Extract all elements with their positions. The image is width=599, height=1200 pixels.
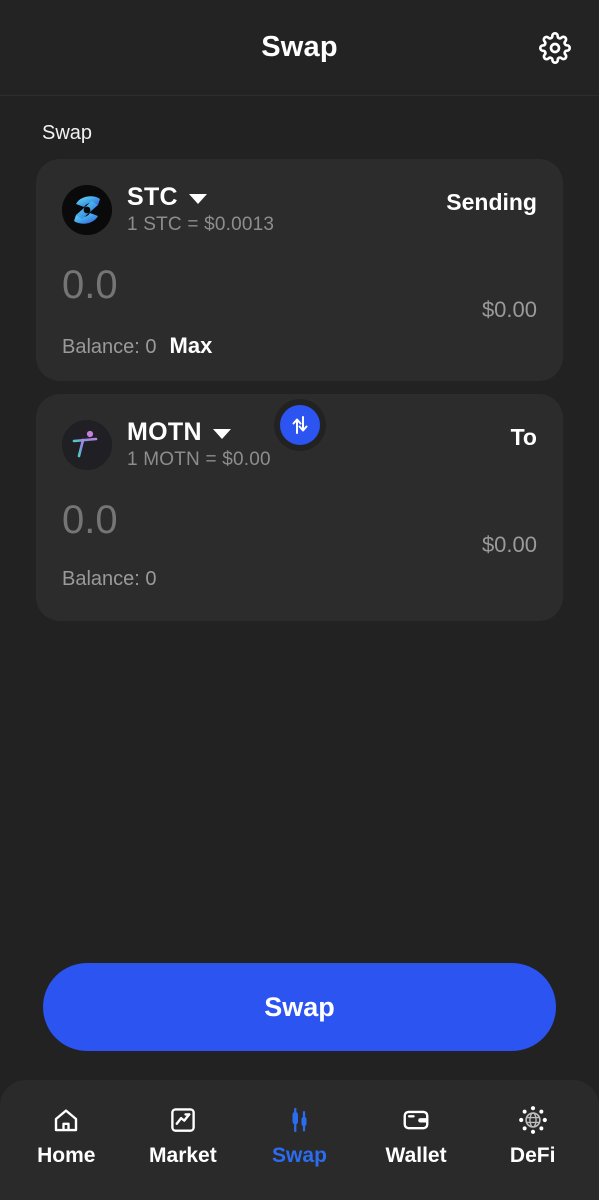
to-amount-row: $0.00	[62, 498, 537, 557]
swap-submit-button[interactable]: Swap	[43, 963, 556, 1051]
motn-token-icon	[62, 420, 112, 470]
from-side-label: Sending	[446, 189, 537, 215]
stc-logo-glyph	[62, 185, 112, 235]
nav-label-wallet: Wallet	[385, 1143, 447, 1167]
nav-label-home: Home	[37, 1143, 96, 1167]
from-fiat-value: $0.00	[481, 297, 537, 322]
from-amount-input[interactable]	[62, 263, 322, 308]
globe-network-icon	[517, 1103, 549, 1137]
to-token-meta: MOTN 1 MOTN = $0.00	[127, 418, 271, 471]
nav-label-swap: Swap	[272, 1143, 327, 1167]
to-amount-input[interactable]	[62, 498, 322, 543]
page-title: Swap	[261, 31, 338, 63]
from-token-symbol: STC	[127, 183, 178, 211]
to-token-rate: 1 MOTN = $0.00	[127, 449, 271, 470]
nav-item-defi[interactable]: DeFi	[483, 1103, 583, 1168]
switch-direction-button[interactable]	[273, 399, 326, 451]
nav-label-defi: DeFi	[509, 1143, 556, 1167]
from-balance-text: Balance: 0	[62, 336, 157, 358]
stc-token-icon	[62, 185, 112, 235]
to-side-label: To	[510, 424, 537, 450]
candlestick-icon	[284, 1103, 314, 1137]
nav-item-wallet[interactable]: Wallet	[366, 1103, 466, 1168]
chevron-down-icon	[212, 429, 231, 439]
swap-panel: STC 1 STC = $0.0013 Sending $0.00 Balanc…	[36, 159, 563, 621]
settings-button[interactable]	[535, 28, 575, 68]
app-header: Swap	[0, 0, 599, 96]
motn-logo-glyph	[62, 420, 112, 470]
chevron-down-icon	[188, 194, 207, 204]
to-token-selector[interactable]: MOTN	[127, 418, 271, 447]
from-amount-row: $0.00	[62, 263, 537, 322]
from-balance-row: Balance: 0 Max	[62, 333, 537, 359]
swap-vertical-arrows-icon	[292, 416, 307, 434]
to-balance-text: Balance: 0	[62, 568, 157, 590]
nav-item-market[interactable]: Market	[133, 1103, 233, 1168]
nav-label-market: Market	[149, 1143, 217, 1167]
from-card-header: STC 1 STC = $0.0013 Sending	[62, 183, 537, 241]
gear-icon	[539, 31, 571, 64]
bottom-navigation: Home Market Swap Wallet DeFi	[0, 1080, 599, 1200]
to-balance-row: Balance: 0	[62, 568, 537, 591]
nav-item-home[interactable]: Home	[16, 1103, 116, 1168]
from-token-card: STC 1 STC = $0.0013 Sending $0.00 Balanc…	[36, 159, 563, 381]
section-label: Swap	[42, 122, 93, 144]
to-token-symbol: MOTN	[127, 418, 202, 446]
nav-item-swap[interactable]: Swap	[249, 1103, 349, 1168]
from-token-selector[interactable]: STC	[127, 183, 274, 212]
home-icon	[51, 1103, 81, 1137]
max-button[interactable]: Max	[170, 333, 213, 359]
wallet-icon	[401, 1103, 431, 1137]
chart-box-icon	[168, 1103, 198, 1137]
from-token-rate: 1 STC = $0.0013	[127, 214, 275, 235]
to-fiat-value: $0.00	[481, 532, 537, 557]
from-token-meta: STC 1 STC = $0.0013	[127, 183, 274, 236]
